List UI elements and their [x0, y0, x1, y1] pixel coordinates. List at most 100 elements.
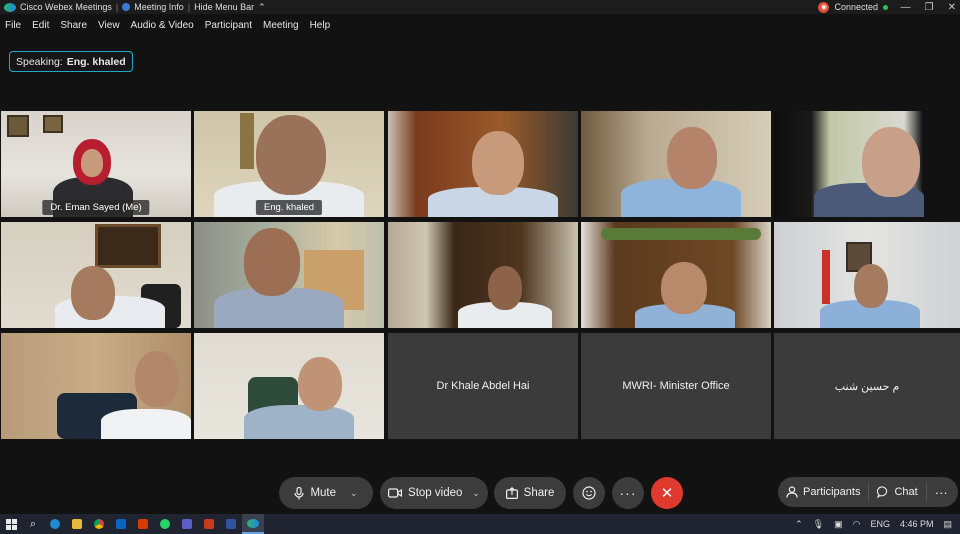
- leave-meeting-button[interactable]: ✕: [651, 477, 683, 509]
- display-icon[interactable]: ▣: [834, 519, 843, 530]
- info-icon: [122, 3, 131, 11]
- video-tile[interactable]: [1, 222, 191, 328]
- office-icon[interactable]: [132, 514, 154, 534]
- webex-taskbar-icon[interactable]: [242, 514, 264, 534]
- connected-dot-icon: [883, 4, 888, 10]
- participant-head: [667, 127, 717, 189]
- video-tile[interactable]: [581, 222, 771, 328]
- speaking-name: Eng. khaled: [66, 55, 126, 68]
- menu-audio-video[interactable]: Audio & Video: [126, 20, 200, 36]
- menu-meeting[interactable]: Meeting: [258, 20, 305, 36]
- file-explorer-icon[interactable]: [66, 514, 88, 534]
- video-tile[interactable]: Dr. Eman Sayed (Me): [1, 111, 191, 217]
- video-tile-placeholder[interactable]: م حسين شنب: [774, 333, 960, 439]
- panel-controls: Participants Chat ···: [778, 477, 958, 507]
- teams-icon[interactable]: [176, 514, 198, 534]
- wifi-icon[interactable]: ◠: [853, 519, 861, 530]
- minimize-icon[interactable]: —: [901, 2, 911, 13]
- menu-share[interactable]: Share: [55, 20, 93, 36]
- participant-head: [661, 262, 707, 314]
- video-tile[interactable]: [388, 111, 578, 217]
- participant-head: [488, 266, 522, 310]
- share-icon: [505, 487, 518, 499]
- powerpoint-icon[interactable]: [198, 514, 220, 534]
- wall-frame: [95, 224, 161, 268]
- close-icon[interactable]: ✕: [948, 2, 956, 13]
- whatsapp-icon[interactable]: [154, 514, 176, 534]
- more-options-icon: ···: [619, 485, 637, 501]
- active-speaker-indicator: Speaking: Eng. khaled: [9, 51, 133, 72]
- search-icon[interactable]: ⌕: [22, 514, 44, 534]
- participant-head: [862, 127, 920, 197]
- clock[interactable]: 4:46 PM: [900, 519, 934, 529]
- chevron-down-icon[interactable]: ⌄: [350, 488, 358, 499]
- participant-head: [256, 115, 326, 195]
- participant-head: [298, 357, 342, 411]
- connection-status-label: Connected: [834, 2, 878, 12]
- stop-video-button[interactable]: Stop video ⌄: [380, 477, 488, 509]
- participant-body: [101, 409, 191, 439]
- video-tile[interactable]: Eng. khaled: [194, 111, 384, 217]
- meeting-info-button[interactable]: Meeting Info: [118, 2, 188, 12]
- video-tile[interactable]: [194, 333, 384, 439]
- os-taskbar: ⌕ ⌃ 🎙 ▣ ◠ ENG 4:46 PM ▤: [0, 514, 960, 534]
- menu-view[interactable]: View: [93, 20, 126, 36]
- app-title: Cisco Webex Meetings: [0, 2, 116, 12]
- microphone-icon[interactable]: 🎙: [813, 519, 824, 530]
- wall-frame: [240, 113, 254, 169]
- chevron-down-icon[interactable]: ⌄: [472, 488, 480, 499]
- share-button[interactable]: Share: [494, 477, 566, 509]
- outlook-icon[interactable]: [110, 514, 132, 534]
- participant-head: [854, 264, 888, 308]
- menu-edit[interactable]: Edit: [27, 20, 55, 36]
- system-tray: ⌃ 🎙 ▣ ◠ ENG 4:46 PM ▤: [795, 514, 952, 534]
- reactions-button[interactable]: [573, 477, 605, 509]
- restore-icon[interactable]: ❐: [925, 2, 934, 13]
- video-tile[interactable]: [581, 111, 771, 217]
- video-tile[interactable]: [774, 111, 960, 217]
- mute-button[interactable]: Mute ⌄: [279, 477, 373, 509]
- chrome-icon[interactable]: [88, 514, 110, 534]
- edge-browser-icon[interactable]: [44, 514, 66, 534]
- participant-name: MWRI- Minister Office: [622, 380, 730, 392]
- video-tile[interactable]: [774, 222, 960, 328]
- person-icon: [786, 486, 798, 498]
- participants-button[interactable]: Participants: [778, 477, 868, 507]
- chat-button[interactable]: Chat: [869, 477, 925, 507]
- video-tile[interactable]: [1, 333, 191, 439]
- menu-file[interactable]: File: [0, 20, 27, 36]
- hide-menu-bar-label: Hide Menu Bar: [194, 2, 255, 12]
- video-tile-placeholder[interactable]: MWRI- Minister Office: [581, 333, 771, 439]
- participant-head: [135, 351, 179, 407]
- participants-label: Participants: [803, 486, 861, 498]
- window-controls: — ❐ ✕: [901, 0, 956, 14]
- participant-name-tag: Dr. Eman Sayed (Me): [42, 200, 150, 215]
- video-tile[interactable]: [388, 222, 578, 328]
- video-tile-placeholder[interactable]: Dr Khale Abdel Hai: [388, 333, 578, 439]
- chat-bubble-icon: [877, 486, 888, 498]
- wall-frame: [7, 115, 29, 137]
- app-title-text: Cisco Webex Meetings: [20, 2, 112, 12]
- windows-start-icon[interactable]: [0, 514, 22, 534]
- webex-logo-icon: [4, 2, 16, 12]
- word-icon[interactable]: [220, 514, 242, 534]
- video-tile[interactable]: [194, 222, 384, 328]
- notification-icon[interactable]: ▤: [943, 519, 952, 530]
- connection-status[interactable]: ◉ Connected: [818, 0, 888, 14]
- share-label: Share: [523, 487, 555, 499]
- menu-help[interactable]: Help: [305, 20, 337, 36]
- title-bar: Cisco Webex Meetings | Meeting Info | Hi…: [0, 0, 960, 14]
- mute-label: Mute: [310, 487, 337, 499]
- panel-more-button[interactable]: ···: [927, 477, 956, 507]
- meeting-info-label: Meeting Info: [134, 2, 184, 12]
- language-indicator[interactable]: ENG: [870, 519, 890, 529]
- speaking-prefix: Speaking:: [16, 55, 63, 68]
- smiley-icon: [582, 486, 596, 500]
- video-grid: Dr. Eman Sayed (Me) Eng. khaled Dr Khale…: [0, 111, 960, 439]
- chevron-up-icon[interactable]: ⌃: [795, 519, 803, 530]
- hide-menu-bar-button[interactable]: Hide Menu Bar ⌃: [190, 2, 270, 13]
- menu-participant[interactable]: Participant: [200, 20, 258, 36]
- stop-video-label: Stop video: [408, 487, 463, 499]
- wall-frame: [43, 115, 63, 133]
- more-options-button[interactable]: ···: [612, 477, 644, 509]
